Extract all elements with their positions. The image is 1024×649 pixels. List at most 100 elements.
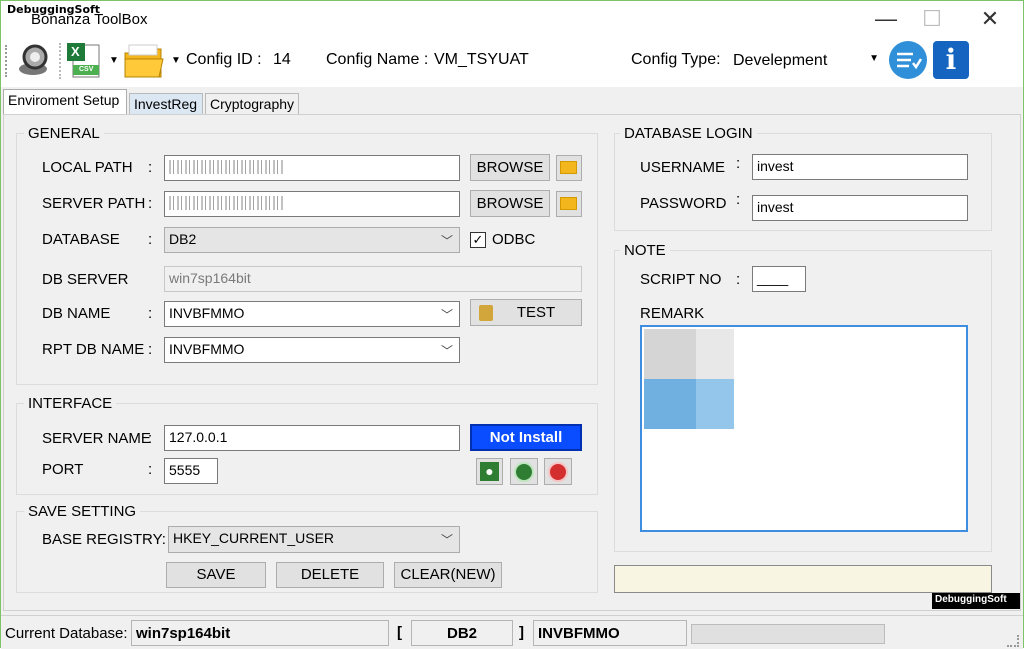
local-path-input[interactable]	[164, 155, 460, 181]
tab-strip: Enviroment Setup InvestReg Cryptography	[1, 89, 1023, 115]
obscured-path	[169, 196, 285, 210]
resize-grip-icon[interactable]	[1007, 635, 1019, 647]
db-name-status-value: INVBFMMO	[533, 620, 687, 646]
password-label: PASSWORD	[640, 195, 727, 212]
database-test-icon	[479, 305, 493, 321]
enviroment-setup-page: GENERAL LOCAL PATH : BROWSE SERVER PATH …	[3, 114, 1021, 611]
db-type-value: DB2	[411, 620, 513, 646]
chevron-down-icon: ▼	[869, 53, 879, 64]
note-title: NOTE	[620, 242, 670, 259]
server-name-input[interactable]: 127.0.0.1	[164, 425, 460, 451]
local-path-browse-button[interactable]: BROWSE	[470, 154, 550, 181]
main-window: DebuggingSoft Bonanza ToolBox — ☐ ✕ X CS…	[0, 0, 1024, 649]
csv-caption: CSV	[79, 66, 94, 73]
toolbar: X CSV ▼ ▼ Config ID : 14 Config Name : V…	[1, 35, 1023, 87]
not-install-button[interactable]: Not Install	[470, 424, 582, 451]
colon: :	[736, 155, 741, 172]
server-name-label: SERVER NAME	[42, 430, 151, 447]
server-path-label: SERVER PATH	[42, 195, 146, 212]
close-button[interactable]: ✕	[967, 5, 1013, 33]
info-icon[interactable]: i	[933, 41, 969, 79]
colon: :	[148, 430, 153, 447]
save-button[interactable]: SAVE	[166, 562, 266, 588]
base-registry-select[interactable]: HKEY_CURRENT_USER ﹀	[168, 526, 460, 553]
rpt-db-name-select[interactable]: INVBFMMO ﹀	[164, 337, 460, 363]
remark-cursor-artifact	[644, 379, 696, 429]
folder-icon[interactable]	[123, 43, 165, 81]
database-value: DB2	[169, 231, 197, 247]
config-type-select[interactable]: Develepment ▼	[725, 47, 883, 73]
test-connection-button[interactable]: TEST	[470, 299, 582, 326]
db-name-label: DB NAME	[42, 305, 111, 322]
port-label: PORT	[42, 461, 84, 478]
config-name-value: VM_TSYUAT	[434, 51, 529, 68]
toolbar-separator	[59, 43, 61, 79]
username-input[interactable]: invest	[752, 154, 968, 180]
footer-watermark-logo: DebuggingSoft	[932, 593, 1020, 609]
server-path-folder-icon[interactable]	[556, 191, 582, 217]
db-server-input[interactable]: win7sp164bit	[164, 266, 582, 292]
colon: :	[148, 461, 153, 478]
config-name-label: Config Name :	[326, 51, 429, 68]
remark-label: REMARK	[640, 305, 705, 322]
toolbar-grip	[5, 45, 9, 77]
start-service-button[interactable]	[510, 458, 538, 485]
remark-cursor-artifact	[696, 379, 734, 429]
excel-caption: X	[71, 44, 80, 59]
close-bracket: ]	[519, 624, 524, 641]
minimize-button[interactable]: —	[863, 5, 909, 33]
install-service-button[interactable]: ●	[476, 458, 503, 485]
database-search-icon[interactable]	[15, 41, 55, 79]
colon: :	[148, 159, 153, 176]
script-no-input[interactable]: ____	[752, 266, 806, 292]
local-path-label: LOCAL PATH	[42, 159, 133, 176]
script-no-label: SCRIPT NO	[640, 271, 722, 288]
db-name-select[interactable]: INVBFMMO ﹀	[164, 301, 460, 327]
base-registry-value: HKEY_CURRENT_USER	[173, 530, 335, 546]
tab-investreg[interactable]: InvestReg	[129, 93, 203, 115]
username-label: USERNAME	[640, 159, 726, 176]
remark-textarea[interactable]	[640, 325, 968, 532]
colon: :	[736, 271, 741, 288]
stop-service-button[interactable]	[544, 458, 572, 485]
database-login-title: DATABASE LOGIN	[620, 125, 757, 142]
odbc-checkbox[interactable]: ✓	[470, 232, 486, 248]
rpt-db-name-value: INVBFMMO	[169, 341, 245, 357]
colon: :	[736, 191, 741, 208]
port-input[interactable]: 5555	[164, 458, 218, 484]
maximize-button[interactable]: ☐	[909, 5, 955, 33]
database-label: DATABASE	[42, 231, 120, 248]
chevron-down-icon: ﹀	[440, 308, 453, 322]
play-icon	[514, 462, 534, 482]
chevron-down-icon: ﹀	[440, 533, 453, 547]
server-path-browse-button[interactable]: BROWSE	[470, 190, 550, 217]
password-input[interactable]: invest	[752, 195, 968, 221]
window-title: Bonanza ToolBox	[31, 11, 148, 28]
status-bar: Current Database: win7sp164bit [ DB2 ] I…	[1, 615, 1023, 649]
tab-enviroment-setup[interactable]: Enviroment Setup	[3, 89, 127, 115]
general-title: GENERAL	[24, 125, 104, 142]
remark-cursor-artifact	[696, 329, 734, 379]
open-bracket: [	[397, 624, 402, 641]
config-type-label: Config Type:	[631, 51, 721, 68]
excel-csv-icon[interactable]: X CSV	[67, 41, 103, 79]
stop-icon	[548, 462, 568, 482]
config-id-label: Config ID :	[186, 51, 262, 68]
clear-new-button[interactable]: CLEAR(NEW)	[394, 562, 502, 588]
folder-dropdown-arrow-icon[interactable]: ▼	[171, 55, 181, 66]
db-server-label: DB SERVER	[42, 271, 129, 288]
excel-dropdown-arrow-icon[interactable]: ▼	[109, 55, 119, 66]
tab-cryptography[interactable]: Cryptography	[205, 93, 299, 115]
local-path-folder-icon[interactable]	[556, 155, 582, 181]
delete-button[interactable]: DELETE	[276, 562, 384, 588]
config-type-value: Develepment	[733, 52, 828, 69]
server-path-input[interactable]	[164, 191, 460, 217]
base-registry-label: BASE REGISTRY:	[42, 531, 166, 548]
current-database-value: win7sp164bit	[131, 620, 389, 646]
rpt-db-name-label: RPT DB NAME	[42, 341, 145, 358]
checklist-icon[interactable]	[889, 41, 927, 79]
message-box	[614, 565, 992, 593]
db-name-value: INVBFMMO	[169, 305, 245, 321]
database-select[interactable]: DB2 ﹀	[164, 227, 460, 253]
interface-title: INTERFACE	[24, 395, 117, 412]
